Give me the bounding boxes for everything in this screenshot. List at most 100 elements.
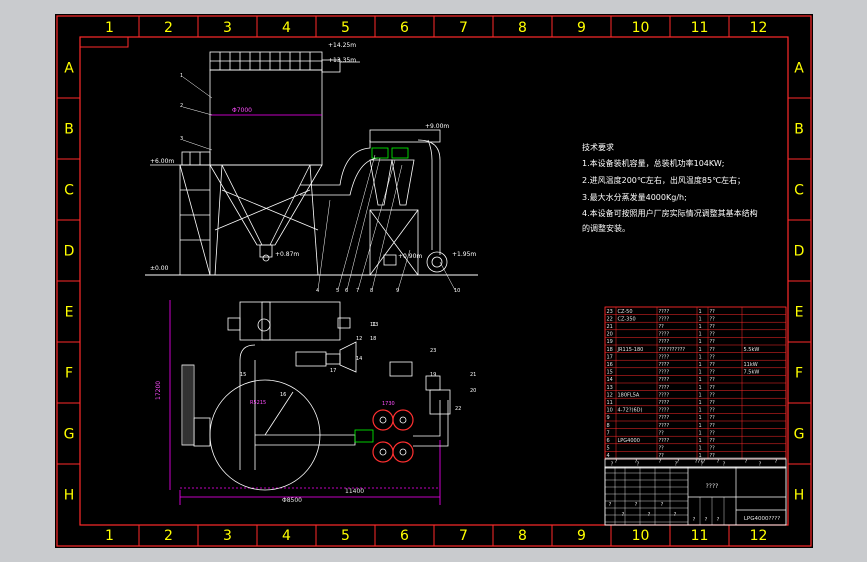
parts-cell: ?????????? <box>659 347 686 353</box>
parts-cell: ?? <box>710 316 716 322</box>
grid-row-right: D <box>794 244 805 260</box>
grid-col-top: 1 <box>105 20 114 36</box>
parts-cell: 13 <box>607 385 613 391</box>
parts-cell: ?? <box>710 438 716 444</box>
parts-cell: 1 <box>699 438 702 444</box>
parts-cell: ???? <box>659 392 670 398</box>
grid-col-top: 9 <box>577 20 586 36</box>
parts-cell: ?? <box>710 408 716 414</box>
parts-cell: JR115-180 <box>617 347 644 353</box>
elevation-4: +6.00m <box>150 158 174 165</box>
elevation-5: ±0.00 <box>150 265 169 272</box>
sheet-mark: ? <box>635 502 638 508</box>
parts-cell: ?? <box>659 324 665 330</box>
parts-cell: 1 <box>699 415 702 421</box>
leader-number: 22 <box>455 406 461 412</box>
elevation-2: +13.35m <box>328 57 356 64</box>
grid-col-bottom: 5 <box>341 528 350 544</box>
note-line-5: 的调整安装。 <box>582 223 630 233</box>
leader-number: 6 <box>345 288 348 294</box>
parts-cell: 1 <box>699 362 702 368</box>
grid-row-right: B <box>794 122 804 138</box>
leader-number: 18 <box>370 336 376 342</box>
parts-cell: ?? <box>659 446 665 452</box>
parts-cell: ?? <box>710 400 716 406</box>
grid-row-left: D <box>64 244 75 260</box>
parts-cell: 11kW <box>744 362 758 368</box>
sheet-mark: ? <box>622 512 625 518</box>
leader-number: 9 <box>396 288 399 294</box>
parts-cell: 23 <box>607 309 613 315</box>
plan-dim-width-2: 11400 <box>345 488 364 495</box>
elevation-6: +0.87m <box>275 251 299 258</box>
grid-col-bottom: 10 <box>632 528 650 544</box>
grid-col-top: 12 <box>750 20 768 36</box>
parts-cell: 1 <box>699 400 702 406</box>
grid-row-right: C <box>794 183 804 199</box>
title-name: ???? <box>706 483 719 490</box>
scale-mark: ? <box>693 517 696 523</box>
parts-cell: CZ-50 <box>618 309 633 315</box>
parts-cell: 16 <box>607 362 613 368</box>
parts-cell: 17 <box>607 354 613 360</box>
parts-cell: 180FL5A <box>618 392 640 398</box>
parts-cell: 4-72?(6D) <box>618 408 643 414</box>
plan-dim-vertical: 17200 <box>155 381 162 400</box>
grid-col-bottom: 3 <box>223 528 232 544</box>
title-small-mark: ? <box>717 459 720 465</box>
parts-cell: ?? <box>710 446 716 452</box>
parts-cell: 1 <box>699 324 702 330</box>
parts-cell: ?? <box>710 377 716 383</box>
grid-col-top: 6 <box>400 20 409 36</box>
leader-number: 7 <box>356 288 359 294</box>
grid-row-left: C <box>64 183 74 199</box>
elevation-8: +1.95m <box>452 251 476 258</box>
parts-cell: 21 <box>607 324 613 330</box>
parts-cell: ?? <box>710 370 716 376</box>
note-line-1: 1.本设备装机容量，总装机功率104KW; <box>582 158 724 168</box>
grid-col-bottom: 1 <box>105 528 114 544</box>
scale-mark: ? <box>705 517 708 523</box>
parts-cell: 14 <box>607 377 613 383</box>
parts-cell: ???? <box>659 438 670 444</box>
parts-cell: 1 <box>699 408 702 414</box>
parts-cell: 11 <box>607 400 613 406</box>
title-small-mark: ? <box>615 459 618 465</box>
grid-col-top: 11 <box>691 20 709 36</box>
parts-cell: ???? <box>659 377 670 383</box>
note-line-4: 4.本设备可按照用户厂房实际情况调整其基本结构 <box>582 208 758 218</box>
cad-drawing: 112233445566778899101011111212A AB BC CD DE E… <box>0 0 867 562</box>
grid-row-left: G <box>64 427 75 443</box>
notes-title: 技术要求 <box>582 142 614 152</box>
title-small-mark: ???? <box>695 459 706 465</box>
parts-cell: 20 <box>607 332 613 338</box>
grid-row-right: G <box>794 427 805 443</box>
grid-row-right: A <box>794 61 804 77</box>
leader-number: 23 <box>430 348 436 354</box>
parts-cell: 1 <box>699 430 702 436</box>
parts-cell: 10 <box>607 408 613 414</box>
parts-cell: ???? <box>659 400 670 406</box>
parts-cell: 4 <box>607 453 610 459</box>
leader-number: 19 <box>430 372 436 378</box>
chamber-diameter: Φ7000 <box>232 107 252 114</box>
leader-number: 1 <box>180 73 183 79</box>
parts-cell: ???? <box>659 362 670 368</box>
leader-number: 5 <box>336 288 339 294</box>
grid-col-bottom: 6 <box>400 528 409 544</box>
parts-cell: ???? <box>659 309 670 315</box>
title-small-mark: ? <box>677 459 680 465</box>
grid-col-bottom: 2 <box>164 528 173 544</box>
parts-cell: 7.5kW <box>744 370 760 376</box>
grid-row-right: F <box>795 366 803 382</box>
parts-cell: ?? <box>710 415 716 421</box>
parts-cell: ???? <box>659 385 670 391</box>
grid-col-top: 8 <box>518 20 527 36</box>
parts-cell: 1 <box>699 332 702 338</box>
sheet-mark: ? <box>674 512 677 518</box>
grid-col-bottom: 12 <box>750 528 768 544</box>
parts-cell: 1 <box>699 347 702 353</box>
parts-cell: ?? <box>710 332 716 338</box>
parts-cell: ?? <box>710 354 716 360</box>
elevation-3: +9.00m <box>425 123 449 130</box>
